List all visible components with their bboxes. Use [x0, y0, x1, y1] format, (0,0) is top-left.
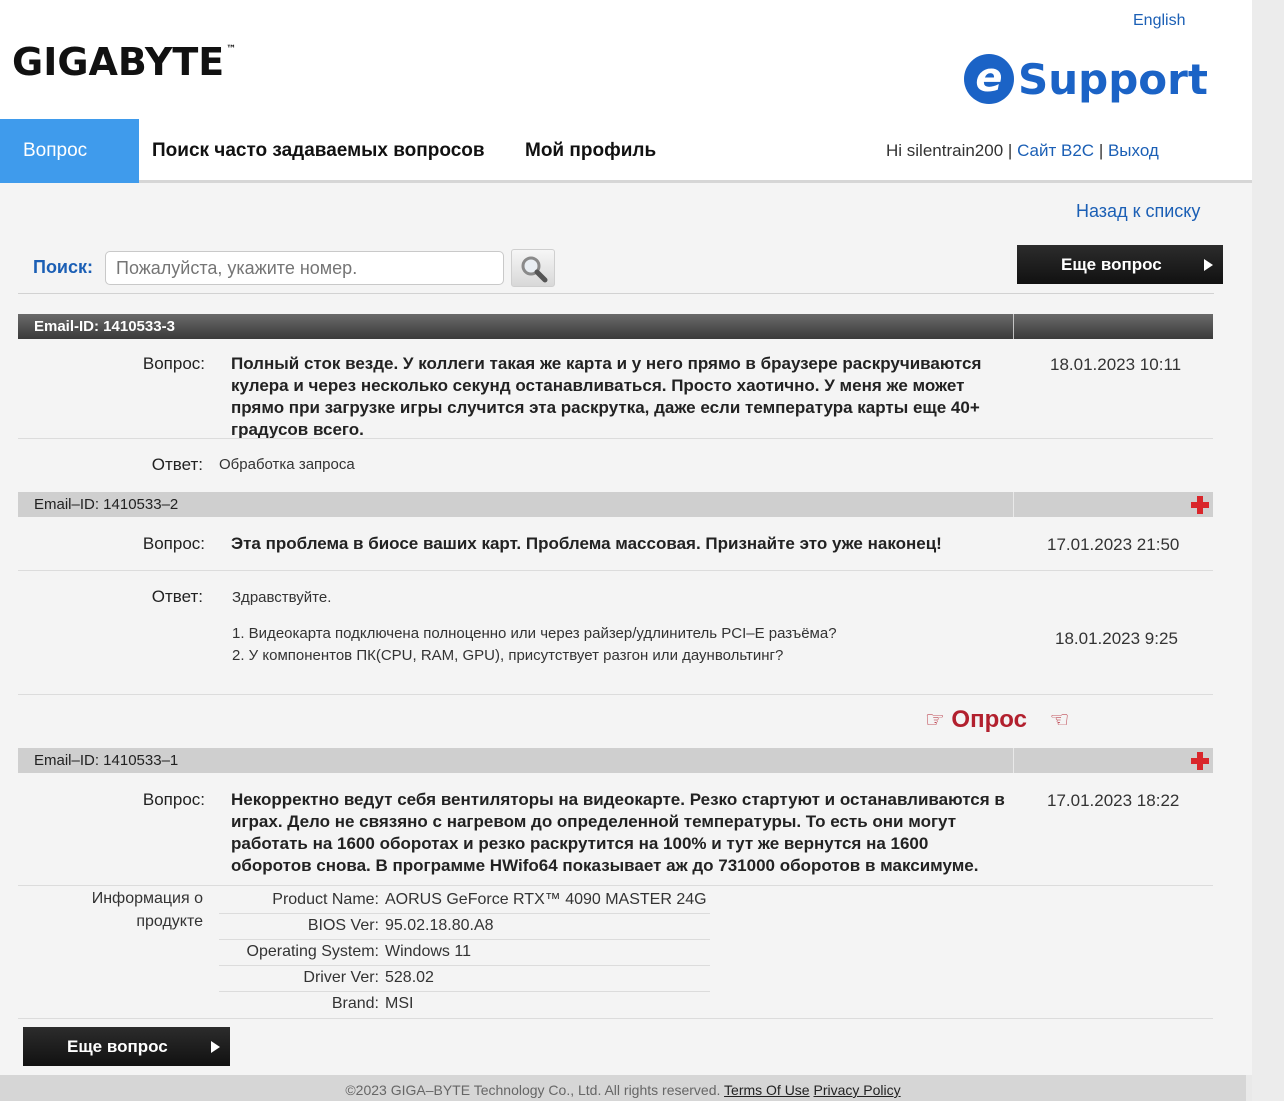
email-id-bar[interactable]: Email–ID: 1410533–2 — [18, 492, 1213, 517]
more-question-button-bottom[interactable]: Еще вопрос — [23, 1027, 230, 1066]
question-date: 18.01.2023 10:11 — [1050, 355, 1182, 374]
answer-line: 2. У компонентов ПК(CPU, RAM, GPU), прис… — [232, 647, 784, 664]
esupport-word: Support — [1018, 54, 1208, 104]
email-id-bar[interactable]: Email–ID: 1410533–1 — [18, 748, 1213, 773]
logout-link[interactable]: Выход — [1108, 141, 1159, 160]
triangle-right-icon — [1204, 259, 1213, 271]
logo-trademark: ™ — [226, 44, 237, 55]
separator: | — [1007, 141, 1013, 160]
search-label: Поиск: — [33, 257, 94, 277]
tab-my-profile[interactable]: Мой профиль — [525, 119, 656, 183]
logo-text: GIGABYTE — [12, 40, 225, 84]
esupport-e-icon: e — [964, 54, 1014, 104]
answer-label: Ответ: — [151, 587, 203, 606]
page: GIGABYTE ™ English e Support Вопрос Поиск… — [0, 0, 1252, 1075]
bar-divider — [1013, 748, 1014, 773]
more-question-button-top[interactable]: Еще вопрос — [1017, 245, 1223, 284]
answer-label: Ответ: — [151, 455, 203, 474]
divider — [219, 991, 710, 992]
divider — [219, 965, 710, 966]
expand-plus-icon[interactable] — [1191, 496, 1209, 514]
separator: | — [1098, 141, 1104, 160]
question-label: Вопрос: — [142, 534, 205, 553]
more-question-label: Еще вопрос — [1061, 255, 1162, 274]
terms-of-use-link[interactable]: Terms Of Use — [724, 1082, 810, 1098]
answer-text: Обработка запроса — [219, 456, 355, 473]
copyright-text: ©2023 GIGA–BYTE Technology Co., Ltd. All… — [345, 1082, 721, 1098]
footer: ©2023 GIGA–BYTE Technology Co., Ltd. All… — [0, 1075, 1246, 1101]
bios-ver-value: 95.02.18.80.A8 — [385, 917, 494, 934]
product-name-label: Product Name: — [272, 891, 379, 908]
product-name-value: AORUS GeForce RTX™ 4090 MASTER 24G — [385, 891, 707, 908]
brand-label: Brand: — [331, 995, 379, 1012]
expand-plus-icon[interactable] — [1191, 752, 1209, 770]
divider — [18, 885, 1213, 886]
scroll-gutter — [1252, 0, 1284, 1101]
driver-ver-value: 528.02 — [385, 969, 434, 986]
brand-value: MSI — [385, 995, 414, 1012]
os-value: Windows 11 — [385, 943, 471, 960]
esupport-logo[interactable]: e Support — [964, 54, 1208, 104]
bar-divider — [1013, 314, 1014, 339]
divider — [18, 570, 1213, 571]
product-info-label-line: продукте — [136, 913, 203, 930]
back-to-list-link[interactable]: Назад к списку — [1076, 201, 1200, 222]
driver-ver-label: Driver Ver: — [303, 969, 379, 986]
email-id: Email–ID: 1410533–1 — [34, 752, 179, 769]
user-greeting: Hi silentrain200 — [886, 141, 1004, 160]
question-date: 17.01.2023 21:50 — [1047, 535, 1180, 554]
answer-line: 1. Видеокарта подключена полноценно или … — [232, 625, 837, 642]
magnifier-icon — [521, 256, 548, 283]
email-id: Email–ID: 1410533–2 — [34, 496, 179, 513]
tab-faq-search[interactable]: Поиск часто задаваемых вопросов — [152, 119, 485, 183]
answer-date: 18.01.2023 9:25 — [1055, 629, 1178, 648]
pointing-hand-left-icon: ☜ — [1049, 707, 1070, 732]
header: GIGABYTE ™ English e Support — [0, 0, 1252, 119]
divider — [18, 1018, 1213, 1019]
gigabyte-logo[interactable]: GIGABYTE ™ — [12, 40, 236, 84]
privacy-policy-link[interactable]: Privacy Policy — [814, 1082, 901, 1098]
more-question-label: Еще вопрос — [67, 1037, 168, 1056]
triangle-right-icon — [211, 1041, 220, 1053]
poll-link[interactable]: ☞ Опрос ☜ — [925, 706, 1069, 734]
product-info-label: Информация о продукте — [60, 890, 203, 931]
question-label: Вопрос: — [142, 354, 205, 373]
question-text: Некорректно ведут себя вентиляторы на ви… — [231, 790, 1005, 875]
main-nav: Вопрос Поиск часто задаваемых вопросов М… — [0, 119, 1252, 183]
question-text: Полный сток везде. У коллеги такая же ка… — [231, 354, 982, 439]
question-text: Эта проблема в биосе ваших карт. Проблем… — [231, 534, 942, 553]
tab-question[interactable]: Вопрос — [0, 119, 139, 183]
divider — [18, 694, 1213, 695]
search-button[interactable] — [511, 249, 555, 287]
question-date: 17.01.2023 18:22 — [1047, 791, 1180, 810]
poll-label: Опрос — [951, 706, 1027, 733]
search-input[interactable] — [105, 251, 504, 285]
bios-ver-label: BIOS Ver: — [307, 917, 379, 934]
email-id-bar[interactable]: Email-ID: 1410533-3 — [18, 314, 1213, 339]
b2c-site-link[interactable]: Сайт B2C — [1017, 141, 1094, 160]
email-id: Email-ID: 1410533-3 — [34, 318, 175, 335]
product-info-label-line: Информация о — [91, 890, 203, 907]
pointing-hand-right-icon: ☞ — [925, 707, 945, 732]
bar-divider — [1013, 492, 1014, 517]
user-area: Hi silentrain200 | Сайт B2C | Выход — [886, 119, 1159, 183]
divider — [219, 913, 710, 914]
question-label: Вопрос: — [142, 790, 205, 809]
divider — [18, 438, 1213, 439]
os-label: Operating System: — [246, 943, 380, 960]
divider — [219, 939, 710, 940]
answer-line: Здравствуйте. — [232, 589, 332, 606]
language-link[interactable]: English — [1133, 12, 1185, 30]
